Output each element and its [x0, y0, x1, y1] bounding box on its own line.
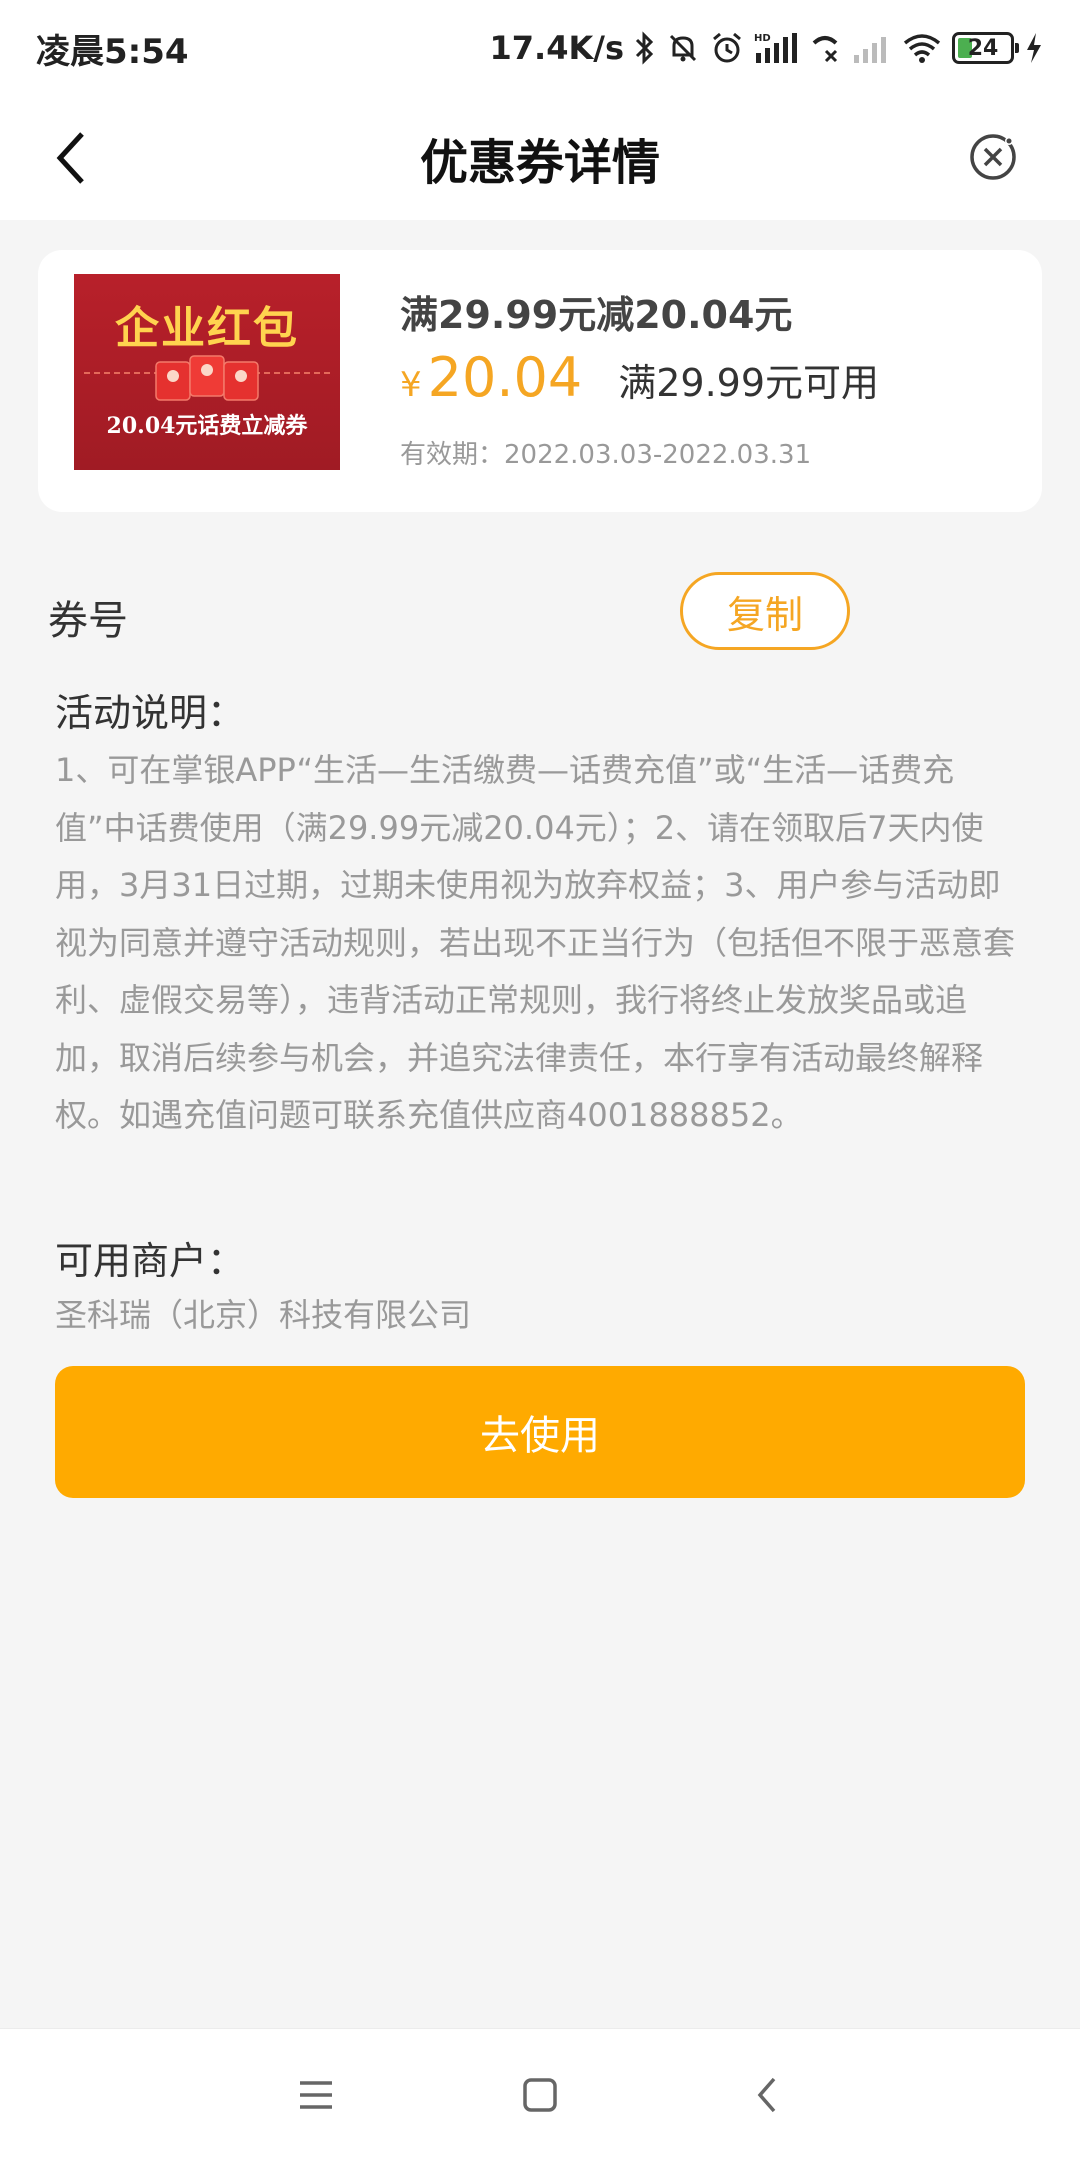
nav-bar: 优惠券详情: [0, 96, 1080, 220]
bluetooth-icon: [634, 31, 656, 65]
currency-symbol: ¥: [400, 365, 422, 405]
status-bar: 凌晨5:54 17.4K/s HD 24: [0, 0, 1080, 96]
coupon-image: 企业红包 20.04元话费立减券: [74, 274, 340, 470]
coupon-code-label: 券号: [48, 598, 128, 644]
status-time: 凌晨5:54: [36, 31, 189, 72]
activity-description: 1、可在掌银APP“生活—生活缴费—话费充值”或“生活—话费充值”中话费使用（满…: [55, 751, 1016, 1134]
signal-weak-icon: [852, 31, 892, 65]
battery-icon: 24: [952, 32, 1019, 64]
back-button[interactable]: [40, 122, 112, 194]
red-envelope-icon: [155, 355, 259, 401]
home-button[interactable]: [514, 2069, 566, 2121]
use-coupon-button[interactable]: 去使用: [55, 1366, 1025, 1498]
coupon-image-brand: 企业红包: [115, 303, 299, 354]
signal-hd-icon: HD: [754, 31, 798, 65]
coupon-validity: 有效期：2022.03.03-2022.03.31: [400, 440, 812, 470]
mute-icon: [666, 31, 700, 65]
home-square-icon: [523, 2078, 557, 2112]
menu-button[interactable]: [290, 2069, 342, 2121]
coupon-title: 满29.99元减20.04元: [400, 293, 793, 337]
coupon-threshold: 满29.99元可用: [618, 361, 880, 405]
merchant-title: 可用商户：: [55, 1239, 246, 1283]
back-arrow-icon: [757, 2077, 776, 2113]
activity-title: 活动说明：: [55, 691, 246, 735]
coupon-price-row: ¥ 20.04 满29.99元可用: [400, 346, 879, 409]
network-speed: 17.4K/s: [489, 29, 624, 67]
call-icon: [808, 31, 842, 65]
merchant-name: 圣科瑞（北京）科技有限公司: [55, 1296, 472, 1334]
coupon-image-caption: 20.04元话费立减券: [106, 413, 308, 439]
status-icons: 17.4K/s HD 24: [490, 29, 1044, 67]
svg-text:HD: HD: [754, 33, 771, 44]
chevron-left-icon: [56, 132, 84, 184]
coupon-code-row: 券号 复制: [48, 572, 1038, 656]
close-circle-icon: [970, 134, 1016, 180]
charging-icon: [1024, 31, 1044, 65]
battery-level: 24: [967, 35, 999, 61]
page-title: 优惠券详情: [419, 135, 660, 191]
coupon-card: 企业红包 20.04元话费立减券 满29.99元减20.04元 ¥ 20.04 …: [38, 250, 1042, 512]
wifi-icon: [902, 31, 942, 65]
menu-icon: [300, 2081, 332, 2109]
copy-button[interactable]: 复制: [680, 572, 850, 650]
alarm-icon: [710, 31, 744, 65]
system-back-button[interactable]: [742, 2069, 794, 2121]
coupon-amount: 20.04: [427, 346, 583, 409]
system-nav-bar: [0, 2028, 1080, 2158]
close-button[interactable]: [960, 124, 1026, 190]
